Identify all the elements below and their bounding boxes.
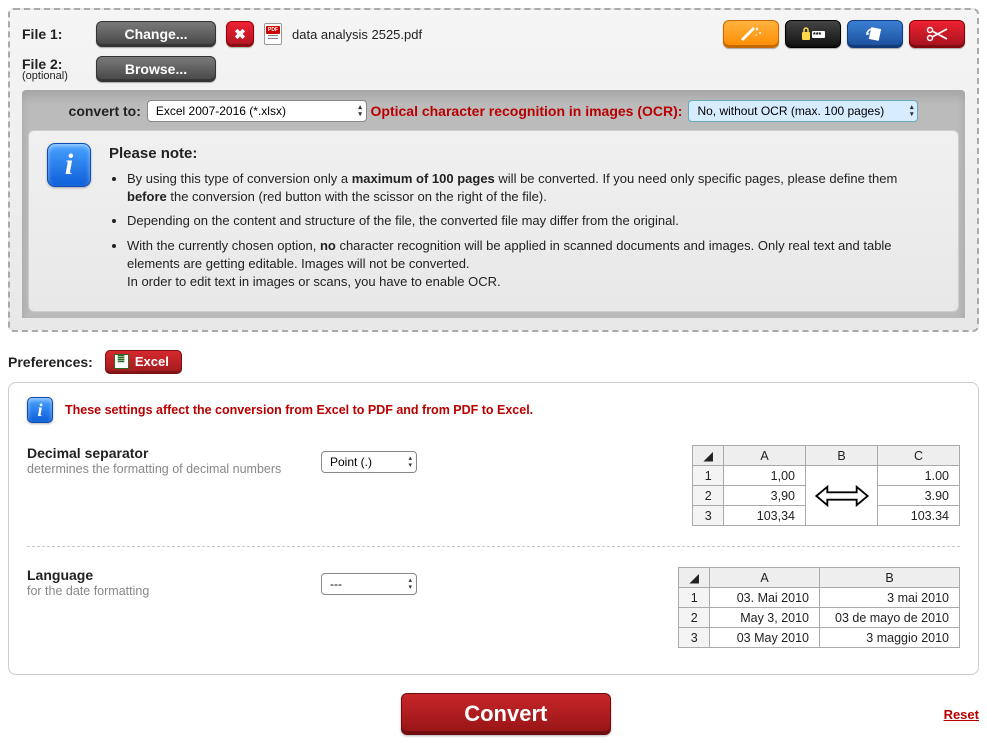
cut-pages-button[interactable] bbox=[909, 20, 965, 48]
language-desc: for the date formatting bbox=[27, 583, 297, 599]
note-item: With the currently chosen option, no cha… bbox=[127, 237, 940, 292]
scissor-icon bbox=[923, 25, 951, 43]
password-button[interactable]: *** bbox=[785, 20, 841, 48]
convert-button[interactable]: Convert bbox=[401, 693, 611, 735]
wand-icon bbox=[737, 25, 765, 43]
file1-name: data analysis 2525.pdf bbox=[292, 27, 422, 42]
rotate-icon bbox=[861, 25, 889, 43]
file2-label: File 2: (optional) bbox=[22, 56, 86, 82]
excel-icon bbox=[114, 354, 129, 369]
info-icon: i bbox=[27, 397, 53, 423]
info-icon: i bbox=[47, 143, 91, 187]
remove-file-button[interactable]: ✖ bbox=[226, 21, 254, 47]
language-row: Language for the date formatting --- ◢ A… bbox=[27, 559, 960, 656]
decimal-desc: determines the formatting of decimal num… bbox=[27, 461, 297, 477]
footer: Convert Reset bbox=[8, 693, 979, 735]
note-box: i Please note: By using this type of con… bbox=[28, 130, 959, 312]
preferences-panel: i These settings affect the conversion f… bbox=[8, 382, 979, 675]
tab-excel[interactable]: Excel bbox=[105, 350, 182, 374]
lock-icon: *** bbox=[799, 25, 827, 43]
convert-settings: convert to: Excel 2007-2016 (*.xlsx) Opt… bbox=[22, 90, 965, 318]
close-icon: ✖ bbox=[234, 26, 246, 43]
ocr-select[interactable]: No, without OCR (max. 100 pages) bbox=[688, 100, 918, 122]
pdf-icon bbox=[264, 23, 282, 45]
magic-wand-button[interactable] bbox=[723, 20, 779, 48]
language-title: Language bbox=[27, 567, 297, 583]
preferences-label: Preferences: bbox=[8, 354, 93, 370]
convert-to-label: convert to: bbox=[69, 103, 141, 119]
language-select[interactable]: --- bbox=[321, 573, 417, 595]
note-item: Depending on the content and structure o… bbox=[127, 212, 940, 230]
change-button[interactable]: Change... bbox=[96, 21, 216, 47]
note-item: By using this type of conversion only a … bbox=[127, 170, 940, 206]
note-title: Please note: bbox=[109, 143, 940, 164]
divider bbox=[27, 546, 960, 547]
decimal-title: Decimal separator bbox=[27, 445, 297, 461]
convert-format-select[interactable]: Excel 2007-2016 (*.xlsx) bbox=[147, 100, 367, 122]
file1-row: File 1: Change... ✖ data analysis 2525.p… bbox=[22, 20, 965, 48]
double-arrow-icon bbox=[813, 485, 871, 507]
reset-link[interactable]: Reset bbox=[944, 707, 979, 722]
rotate-button[interactable] bbox=[847, 20, 903, 48]
language-example-table: ◢ A B 103. Mai 20103 mai 2010 2May 3, 20… bbox=[678, 567, 960, 648]
ocr-label: Optical character recognition in images … bbox=[371, 103, 683, 119]
svg-text:***: *** bbox=[813, 32, 821, 39]
browse-button[interactable]: Browse... bbox=[96, 56, 216, 82]
decimal-example-table: ◢ A B C 11,00 1.00 23,903.90 3103,34103.… bbox=[692, 445, 960, 526]
preferences-banner: These settings affect the conversion fro… bbox=[65, 403, 533, 417]
upload-panel: File 1: Change... ✖ data analysis 2525.p… bbox=[8, 8, 979, 332]
file2-row: File 2: (optional) Browse... bbox=[22, 56, 965, 82]
preferences-header: Preferences: Excel bbox=[8, 350, 979, 374]
decimal-select[interactable]: Point (.) bbox=[321, 451, 417, 473]
file1-label: File 1: bbox=[22, 26, 86, 42]
decimal-separator-row: Decimal separator determines the formatt… bbox=[27, 437, 960, 534]
file-toolbar: *** bbox=[723, 20, 965, 48]
